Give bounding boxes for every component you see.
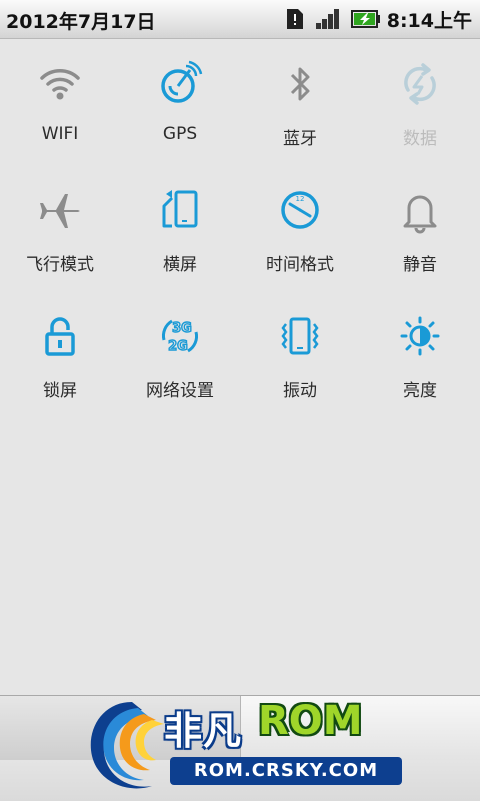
toggle-wifi[interactable]: WIFI: [0, 50, 120, 176]
clock-icon: 12: [276, 186, 324, 234]
toggle-lock-screen[interactable]: 锁屏: [0, 302, 120, 428]
toggle-time-format[interactable]: 12 时间格式: [240, 176, 360, 302]
toggle-label: 蓝牙: [283, 129, 317, 149]
toggle-network-settings[interactable]: 3G 2G 网络设置: [120, 302, 240, 428]
toggle-label: 飞行模式: [26, 255, 94, 275]
toggle-label: 振动: [283, 381, 317, 401]
toggle-gps[interactable]: GPS: [120, 50, 240, 176]
logo-url: ROM.CRSKY.COM: [170, 757, 402, 785]
status-time: 8:14上午: [386, 9, 472, 32]
toggle-bluetooth[interactable]: 蓝牙: [240, 50, 360, 176]
toggle-label: GPS: [162, 124, 198, 144]
toggle-label: 时间格式: [266, 255, 334, 275]
battery-charging-icon: [350, 10, 380, 28]
airplane-icon: [36, 186, 84, 234]
gps-icon: [156, 60, 204, 108]
svg-text:12: 12: [296, 195, 305, 203]
lock-icon: [36, 312, 84, 360]
wifi-icon: [36, 60, 84, 108]
toggle-airplane-mode[interactable]: 飞行模式: [0, 176, 120, 302]
toggle-vibrate[interactable]: 振动: [240, 302, 360, 428]
toggle-label: 数据: [403, 129, 437, 149]
rotation-icon: [156, 186, 204, 234]
toggle-brightness[interactable]: 亮度: [360, 302, 480, 428]
toggle-label: 静音: [403, 255, 437, 275]
vibrate-icon: [276, 312, 324, 360]
sd-card-icon: [286, 9, 303, 29]
toggle-label: WIFI: [41, 124, 79, 144]
logo-text-rom: ROM: [258, 698, 363, 744]
svg-text:3G: 3G: [172, 321, 192, 336]
bell-icon: [396, 186, 444, 234]
data-icon: [396, 60, 444, 108]
status-icons: 8:14上午: [275, 6, 472, 32]
toggle-label: 网络设置: [146, 381, 214, 401]
svg-text:2G: 2G: [168, 339, 188, 354]
quick-settings-grid: WIFI GPS 蓝牙 数据 飞行模式 横屏 12 时间格式 静音 锁屏 3G …: [0, 50, 480, 428]
toggle-label: 横屏: [163, 255, 197, 275]
toggle-rotation[interactable]: 横屏: [120, 176, 240, 302]
signal-icon: [315, 9, 339, 29]
toggle-data[interactable]: 数据: [360, 50, 480, 176]
toggle-silent[interactable]: 静音: [360, 176, 480, 302]
toggle-label: 亮度: [403, 381, 437, 401]
status-date: 2012年7月17日: [6, 11, 156, 33]
toggle-label: 锁屏: [43, 381, 77, 401]
logo-text-cn: 非凡: [164, 709, 243, 753]
crsky-rom-logo: 非凡 ROM ROM.CRSKY.COM: [82, 694, 402, 800]
status-bar[interactable]: 2012年7月17日 8:14上午: [0, 0, 480, 39]
bluetooth-icon: [276, 60, 324, 108]
network-3g2g-icon: 3G 2G: [156, 312, 204, 360]
brightness-icon: [396, 312, 444, 360]
